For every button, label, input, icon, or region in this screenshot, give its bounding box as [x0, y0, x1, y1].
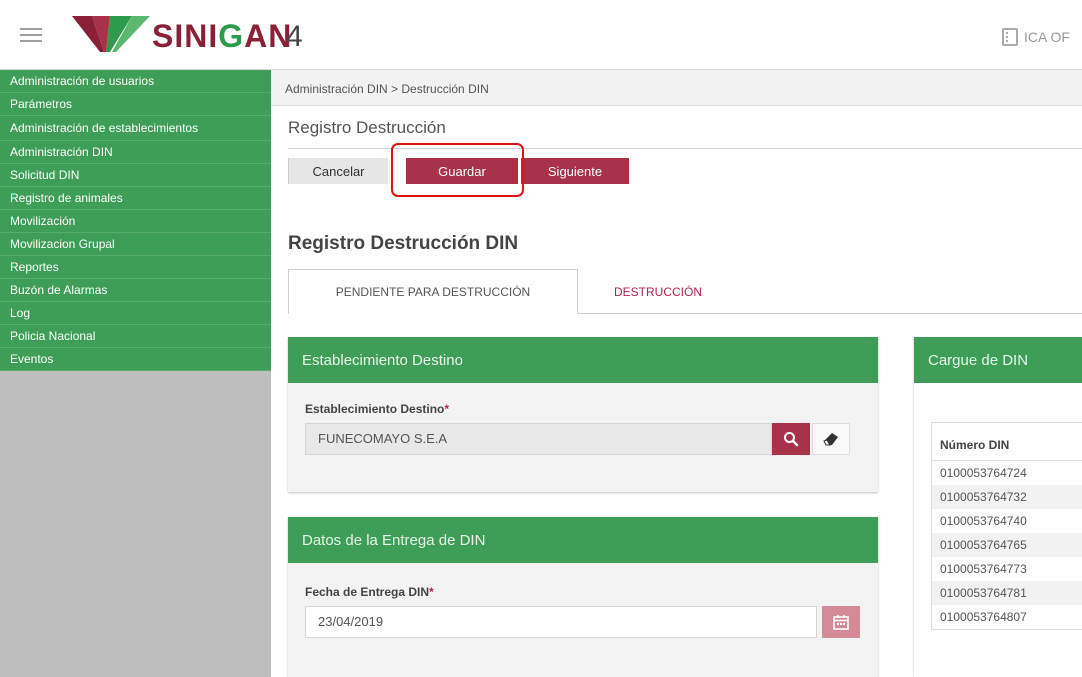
brand-letter-g: G	[218, 18, 245, 54]
clear-button[interactable]	[812, 423, 850, 455]
sidebar-item-eventos[interactable]: Eventos	[0, 348, 271, 371]
sidebar-item-movilizacion-grupal[interactable]: Movilizacion Grupal	[0, 233, 271, 256]
calendar-button[interactable]	[822, 606, 860, 638]
sidebar-item-buzon-alarmas[interactable]: Buzón de Alarmas	[0, 279, 271, 302]
cancel-button[interactable]: Cancelar	[288, 158, 388, 184]
panel-title: Cargue de DIN	[914, 337, 1082, 383]
brand-version: 4	[286, 20, 303, 53]
sidebar-item-policia-nacional[interactable]: Policia Nacional	[0, 325, 271, 348]
din-table: Número DIN 0100053764724 0100053764732 0…	[931, 422, 1082, 630]
sidebar: Administración de usuarios Parámetros Ad…	[0, 70, 271, 677]
main-content: Administración DIN > Destrucción DIN Reg…	[271, 70, 1082, 677]
page-subtitle: Registro Destrucción	[288, 118, 446, 137]
sidebar-item-solicitud-din[interactable]: Solicitud DIN	[0, 164, 271, 187]
sidebar-item-registro-animales[interactable]: Registro de animales	[0, 187, 271, 210]
field-label-text: Fecha de Entrega DIN	[305, 585, 430, 599]
panel-datos-entrega: Datos de la Entrega de DIN Fecha de Entr…	[288, 517, 878, 677]
sidebar-menu: Administración de usuarios Parámetros Ad…	[0, 70, 271, 371]
establecimiento-input[interactable]: FUNECOMAYO S.E.A	[305, 423, 772, 455]
top-header: SINIGAN 4 ICA OF	[0, 0, 1082, 70]
tab-destruccion[interactable]: DESTRUCCIÓN	[588, 269, 728, 314]
field-label: Establecimiento Destino*	[305, 402, 449, 416]
column-header-numero-din: Número DIN	[932, 423, 1082, 461]
next-button[interactable]: Siguiente	[521, 158, 629, 184]
org-selector[interactable]: ICA OF	[1002, 28, 1070, 46]
save-button-highlight	[391, 143, 524, 197]
tab-bar: PENDIENTE PARA DESTRUCCIÓN DESTRUCCIÓN	[288, 269, 1082, 314]
calendar-icon	[833, 615, 849, 630]
panel-establecimiento-destino: Establecimiento Destino Establecimiento …	[288, 337, 878, 492]
search-button[interactable]	[772, 423, 810, 455]
panel-cargue-din: Cargue de DIN Número DIN 0100053764724 0…	[914, 337, 1082, 677]
sidebar-item-administracion-usuarios[interactable]: Administración de usuarios	[0, 70, 271, 93]
field-label: Fecha de Entrega DIN*	[305, 585, 434, 599]
sidebar-item-administracion-din[interactable]: Administración DIN	[0, 141, 271, 164]
org-label: ICA OF	[1024, 29, 1070, 45]
brand-name: SINIGAN	[152, 18, 292, 55]
table-row: 0100053764781	[932, 581, 1082, 605]
eraser-icon	[823, 433, 838, 446]
fecha-entrega-input[interactable]: 23/04/2019	[305, 606, 817, 638]
table-row: 0100053764765	[932, 533, 1082, 557]
sidebar-item-log[interactable]: Log	[0, 302, 271, 325]
sidebar-item-reportes[interactable]: Reportes	[0, 256, 271, 279]
building-icon	[1002, 28, 1018, 46]
panel-title: Datos de la Entrega de DIN	[288, 517, 878, 563]
sidebar-item-administracion-establecimientos[interactable]: Administración de establecimientos	[0, 116, 271, 141]
sidebar-item-movilizacion[interactable]: Movilización	[0, 210, 271, 233]
page-title: Registro Destrucción DIN	[288, 233, 519, 254]
table-row: 0100053764732	[932, 485, 1082, 509]
search-icon	[784, 432, 799, 447]
breadcrumb: Administración DIN > Destrucción DIN	[271, 70, 1082, 106]
tab-pendiente-destruccion[interactable]: PENDIENTE PARA DESTRUCCIÓN	[288, 269, 578, 314]
hamburger-icon[interactable]	[20, 28, 42, 42]
app-root: SINIGAN 4 ICA OF Administración de usuar…	[0, 0, 1082, 677]
sinigan-logo	[72, 16, 150, 52]
table-row: 0100053764724	[940, 466, 1027, 480]
table-row: 0100053764807	[940, 610, 1027, 624]
brand-prefix: SINI	[152, 18, 219, 54]
table-row: 0100053764740	[940, 514, 1027, 528]
sidebar-item-parametros[interactable]: Parámetros	[0, 93, 271, 116]
field-label-text: Establecimiento Destino	[305, 402, 445, 416]
required-mark: *	[444, 402, 450, 416]
panel-title: Establecimiento Destino	[288, 337, 878, 383]
required-mark: *	[429, 585, 434, 599]
table-row: 0100053764773	[940, 562, 1027, 576]
